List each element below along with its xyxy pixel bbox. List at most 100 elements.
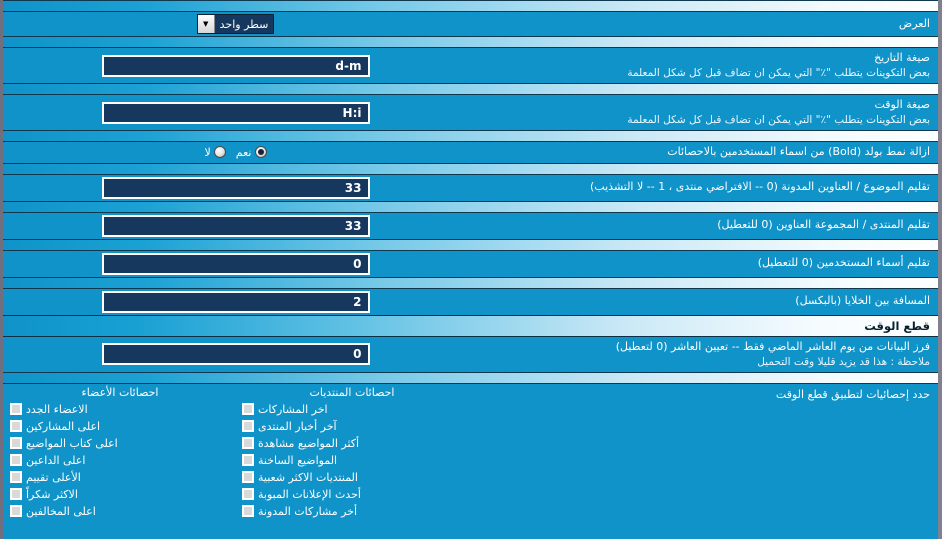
row-cell-spacing-label-cell: المسافة بين الخلايا (بالبكسل) (468, 291, 938, 312)
row-cutoff-stats-label: حدد إحصائيات لتطبيق قطع الوقت (775, 387, 930, 401)
checkbox-item[interactable]: اعلى المشاركين (10, 418, 230, 435)
chevron-down-icon: ▼ (197, 15, 215, 33)
checkbox-item[interactable]: الاعضاء الجدد (10, 401, 230, 418)
topic-trim-input[interactable] (101, 176, 370, 199)
row-cutoff-days-control (3, 341, 468, 367)
checkbox-icon[interactable] (10, 437, 22, 450)
checkbox-icon[interactable] (242, 488, 254, 501)
checkbox-item[interactable]: أحدث الإعلانات المبوبة (242, 486, 462, 503)
checkbox-icon[interactable] (10, 420, 22, 433)
row-date-format: صيغة التاريخ بعض التكوينات يتطلب "٪" الت… (3, 48, 938, 84)
checkbox-item[interactable]: اعلى المخالفين (10, 503, 230, 520)
checkbox-label: المواضيع الساخنة (258, 453, 338, 467)
row-time-format-sub: بعض التكوينات يتطلب "٪" التي يمكن ان تضا… (627, 113, 930, 126)
separator-after-cutoff-days (3, 371, 938, 384)
separator-after-time-format (3, 130, 938, 143)
checkbox-icon[interactable] (10, 403, 22, 416)
cutoff-days-input[interactable] (101, 343, 370, 366)
checkbox-label: اعلى المخالفين (26, 504, 96, 518)
row-remove-bold: ازالة نمط بولد (Bold) من اسماء المستخدمي… (3, 142, 938, 163)
radio-yes-label: نعم (235, 145, 252, 159)
row-time-format-control (3, 100, 468, 126)
row-topic-trim: تقليم الموضوع / العناوين المدونة (0 -- ا… (3, 174, 938, 201)
checkbox-item[interactable]: المواضيع الساخنة (242, 452, 462, 469)
checkbox-column-member-stats: احصائات الأعضاء الاعضاء الجدد اعلى المشا… (4, 386, 236, 520)
row-display-label: العرض (898, 16, 930, 30)
forum-trim-input[interactable] (101, 214, 370, 237)
cutoff-stats-checkbox-area: احصائات المنتديات اخر المشاركات آخر أخبا… (3, 384, 468, 524)
row-cutoff-stats: حدد إحصائيات لتطبيق قطع الوقت احصائات ال… (3, 383, 938, 524)
row-username-trim: تقليم أسماء المستخدمين (0 للتعطيل) (3, 250, 938, 277)
separator-after-username-trim (3, 276, 938, 289)
section-header-cutoff: قطع الوقت (3, 314, 938, 337)
row-date-format-label: صيغة التاريخ (874, 51, 930, 64)
remove-bold-radio-yes[interactable]: نعم (236, 146, 267, 159)
checkbox-item[interactable]: اعلى الداعين (10, 452, 230, 469)
row-username-trim-control (3, 251, 468, 277)
username-trim-input[interactable] (101, 252, 370, 275)
row-remove-bold-label-cell: ازالة نمط بولد (Bold) من اسماء المستخدمي… (468, 142, 938, 163)
date-format-input[interactable] (101, 54, 370, 77)
radio-no-icon[interactable] (213, 146, 226, 159)
row-forum-trim: تقليم المنتدى / المجموعة العناوين (0 للت… (3, 212, 938, 239)
row-remove-bold-label: ازالة نمط بولد (Bold) من اسماء المستخدمي… (667, 145, 930, 159)
checkbox-icon[interactable] (242, 454, 254, 467)
radio-yes-icon[interactable] (254, 146, 267, 159)
checkbox-column-forum-stats: احصائات المنتديات اخر المشاركات آخر أخبا… (236, 386, 468, 520)
checkbox-label: اعلى الداعين (26, 453, 86, 467)
checkbox-icon[interactable] (242, 420, 254, 433)
checkbox-item[interactable]: اخر المشاركات (242, 401, 462, 418)
row-date-format-sub: بعض التكوينات يتطلب "٪" التي يمكن ان تضا… (627, 66, 930, 79)
checkbox-icon[interactable] (242, 471, 254, 484)
checkbox-label: اعلى كتاب المواضيع (26, 436, 118, 450)
time-format-input[interactable] (101, 101, 370, 124)
row-cutoff-days-label-cell: فرز البيانات من يوم العاشر الماضي فقط --… (468, 337, 938, 372)
separator-top (3, 0, 938, 12)
checkbox-icon[interactable] (242, 505, 254, 518)
checkbox-item[interactable]: اعلى كتاب المواضيع (10, 435, 230, 452)
remove-bold-radio-group: نعم لا (205, 146, 267, 159)
checkbox-item[interactable]: أخر مشاركات المدونة (242, 503, 462, 520)
checkbox-item[interactable]: الأعلى تقييم (10, 469, 230, 486)
checkbox-icon[interactable] (10, 505, 22, 518)
checkbox-label: الاكثر شكراً (26, 487, 78, 501)
row-forum-trim-control (3, 213, 468, 239)
separator-after-remove-bold (3, 162, 938, 175)
row-display-control: سطر واحد ▼ (3, 12, 468, 36)
row-cell-spacing-control (3, 289, 468, 315)
section-header-cutoff-title: قطع الوقت (864, 318, 930, 333)
separator-after-topic-trim (3, 200, 938, 213)
display-mode-select-value: سطر واحد (214, 15, 274, 33)
row-username-trim-label-cell: تقليم أسماء المستخدمين (0 للتعطيل) (468, 253, 938, 274)
checkbox-label: أحدث الإعلانات المبوبة (258, 487, 361, 501)
checkbox-item[interactable]: المنتديات الاكثر شعبية (242, 469, 462, 486)
checkbox-icon[interactable] (10, 454, 22, 467)
separator-after-display (3, 36, 938, 48)
checkbox-item[interactable]: الاكثر شكراً (10, 486, 230, 503)
row-forum-trim-label-cell: تقليم المنتدى / المجموعة العناوين (0 للت… (468, 215, 938, 236)
checkbox-label: أكثر المواضيع مشاهدة (258, 436, 360, 450)
checkbox-item[interactable]: آخر أخبار المنتدى (242, 418, 462, 435)
remove-bold-radio-no[interactable]: لا (205, 146, 226, 159)
checkbox-column-member-stats-header: احصائات الأعضاء (81, 385, 159, 399)
checkbox-icon[interactable] (242, 403, 254, 416)
checkbox-label: الأعلى تقييم (26, 470, 81, 484)
display-mode-select[interactable]: سطر واحد ▼ (196, 14, 275, 34)
checkbox-label: اخر المشاركات (258, 402, 328, 416)
row-cell-spacing: المسافة بين الخلايا (بالبكسل) (3, 288, 938, 315)
checkbox-label: آخر أخبار المنتدى (258, 419, 337, 433)
checkbox-column-forum-stats-header: احصائات المنتديات (309, 385, 395, 399)
row-cell-spacing-label: المسافة بين الخلايا (بالبكسل) (795, 294, 930, 308)
row-time-format-label: صيغة الوقت (874, 98, 930, 112)
row-date-format-control (3, 53, 468, 79)
separator-after-date-format (3, 83, 938, 96)
row-cutoff-days: فرز البيانات من يوم العاشر الماضي فقط --… (3, 336, 938, 372)
row-topic-trim-control (3, 175, 468, 201)
row-cutoff-stats-label-cell: حدد إحصائيات لتطبيق قطع الوقت (468, 384, 938, 406)
row-time-format: صيغة الوقت بعض التكوينات يتطلب "٪" التي … (3, 95, 938, 131)
checkbox-icon[interactable] (242, 437, 254, 450)
checkbox-icon[interactable] (10, 471, 22, 484)
checkbox-icon[interactable] (10, 488, 22, 501)
checkbox-item[interactable]: أكثر المواضيع مشاهدة (242, 435, 462, 452)
cell-spacing-input[interactable] (101, 290, 370, 313)
